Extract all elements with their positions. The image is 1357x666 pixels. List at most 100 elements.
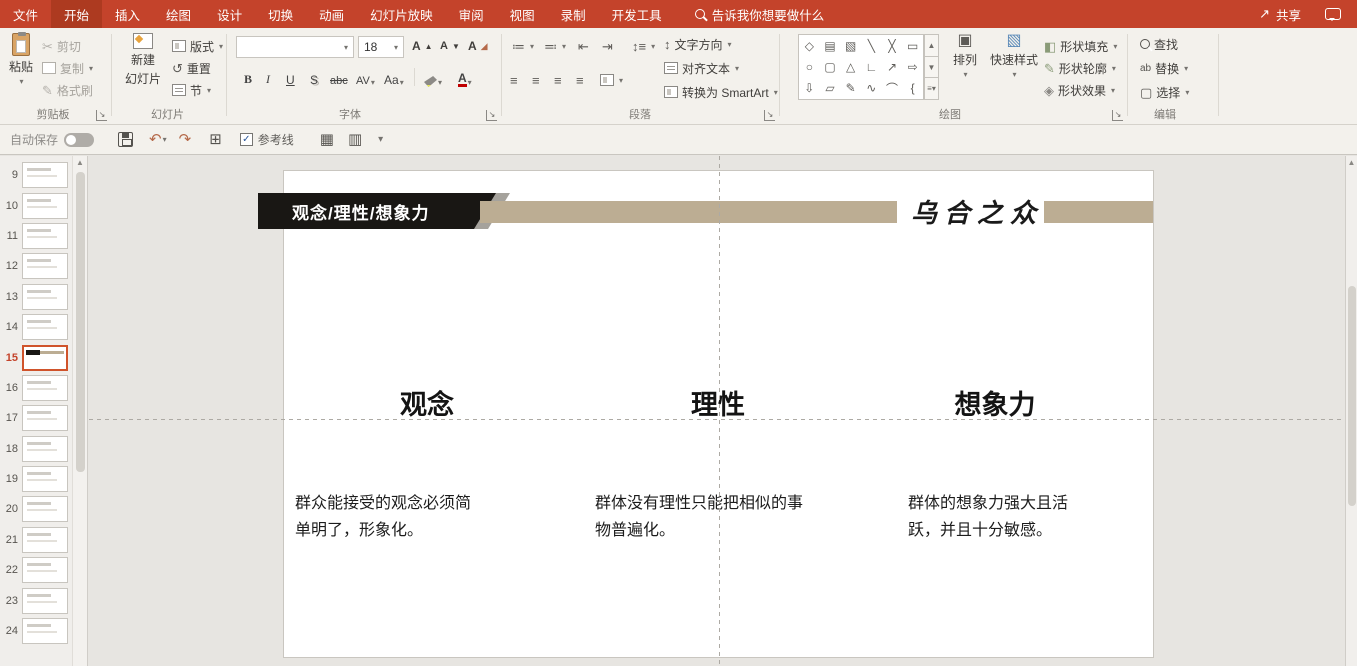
shape-icon-1[interactable]: ▤ bbox=[820, 35, 841, 56]
align-left-button[interactable]: ≡ bbox=[510, 70, 518, 90]
column-heading-3[interactable]: 想象力 bbox=[915, 383, 1075, 422]
thumbnail-scroll-up-icon[interactable]: ▲ bbox=[73, 158, 87, 167]
shape-icon-6[interactable]: ○ bbox=[799, 56, 820, 77]
bold-button[interactable]: B bbox=[244, 66, 252, 87]
find-button[interactable]: 查找 bbox=[1140, 34, 1178, 54]
slide-thumbnail[interactable] bbox=[22, 588, 68, 614]
quick-styles-button[interactable]: ▧ 快速样式 ▾ bbox=[988, 33, 1040, 79]
column-heading-2[interactable]: 理性 bbox=[638, 383, 798, 422]
grow-font-button[interactable]: A▲ bbox=[412, 36, 433, 56]
slide-thumbnail[interactable] bbox=[22, 314, 68, 340]
font-color-button[interactable]: A▾ bbox=[458, 66, 472, 87]
shapes-scroll-down-icon[interactable]: ▼ bbox=[924, 57, 939, 79]
ribbon-tab-录制[interactable]: 录制 bbox=[548, 0, 599, 28]
thumbnail-scrollbar-thumb[interactable] bbox=[76, 172, 85, 472]
slide-thumbnail-row[interactable]: 19 bbox=[0, 464, 72, 494]
vertical-guide[interactable] bbox=[719, 156, 720, 666]
shapes-scroll-up-icon[interactable]: ▲ bbox=[924, 34, 939, 57]
slide-thumbnail[interactable] bbox=[22, 466, 68, 492]
font-size-combobox[interactable]: 18 ▾ bbox=[358, 36, 404, 58]
decrease-indent-button[interactable]: ⇤ bbox=[578, 36, 589, 56]
slide-thumbnail[interactable] bbox=[22, 557, 68, 583]
font-name-combobox[interactable]: ▾ bbox=[236, 36, 354, 58]
align-right-button[interactable]: ≡ bbox=[554, 70, 562, 90]
undo-dropdown-icon[interactable]: ▾ bbox=[163, 135, 167, 144]
slide-thumbnail-row[interactable]: 23 bbox=[0, 585, 72, 615]
slide-thumbnail-row[interactable]: 20 bbox=[0, 494, 72, 524]
italic-button[interactable]: I bbox=[266, 66, 270, 87]
thumbnail-scrollbar[interactable]: ▲ bbox=[72, 156, 87, 666]
shape-icon-4[interactable]: ╳ bbox=[882, 35, 903, 56]
highlight-color-button[interactable]: ▾ bbox=[424, 66, 442, 87]
shape-icon-10[interactable]: ↗ bbox=[882, 56, 903, 77]
slide-thumbnail-row[interactable]: 24 bbox=[0, 616, 72, 646]
autosave-toggle[interactable] bbox=[64, 133, 94, 147]
shape-icon-11[interactable]: ⇨ bbox=[902, 56, 923, 77]
ribbon-tab-动画[interactable]: 动画 bbox=[306, 0, 357, 28]
font-size-dropdown-icon[interactable]: ▾ bbox=[394, 43, 398, 52]
shapes-more-icon[interactable]: ≡▾ bbox=[924, 78, 939, 100]
character-spacing-button[interactable]: AV▾ bbox=[356, 66, 375, 87]
shape-icon-2[interactable]: ▧ bbox=[840, 35, 861, 56]
shape-icon-14[interactable]: ✎ bbox=[840, 78, 861, 99]
slide-thumbnail-row[interactable]: 15 bbox=[0, 342, 72, 372]
slide-thumbnail[interactable] bbox=[22, 223, 68, 249]
shape-outline-button[interactable]: ✎ 形状轮廓▾ bbox=[1044, 58, 1116, 78]
shape-icon-0[interactable]: ◇ bbox=[799, 35, 820, 56]
ribbon-tab-绘图[interactable]: 绘图 bbox=[153, 0, 204, 28]
grid-settings-icon[interactable]: ⊞ bbox=[209, 132, 222, 147]
shape-icon-8[interactable]: △ bbox=[840, 56, 861, 77]
align-text-button[interactable]: 对齐文本▾ bbox=[664, 58, 739, 78]
tan-bar-right[interactable] bbox=[1044, 201, 1153, 223]
horizontal-guide[interactable] bbox=[89, 419, 1345, 420]
copy-button[interactable]: 复制 ▾ bbox=[42, 58, 93, 78]
slide-thumbnail[interactable] bbox=[22, 345, 68, 371]
shape-icon-3[interactable]: ╲ bbox=[861, 35, 882, 56]
bullets-button[interactable]: ≔▾ bbox=[512, 36, 534, 56]
column-body-3[interactable]: 群体的想象力强大且活跃，并且十分敏感。 bbox=[908, 490, 1072, 544]
ribbon-tab-审阅[interactable]: 审阅 bbox=[446, 0, 497, 28]
section-button[interactable]: 节 ▾ bbox=[172, 80, 211, 100]
shape-icon-7[interactable]: ▢ bbox=[820, 56, 841, 77]
paste-button[interactable]: 粘贴 ▾ bbox=[2, 33, 40, 86]
line-spacing-button[interactable]: ↕≡▾ bbox=[632, 36, 655, 56]
cut-button[interactable]: ✂ 剪切 bbox=[42, 36, 81, 56]
slide-thumbnail-row[interactable]: 13 bbox=[0, 282, 72, 312]
main-scrollbar-thumb[interactable] bbox=[1348, 286, 1356, 506]
underline-button[interactable]: U bbox=[286, 66, 295, 87]
qat-more-icon[interactable]: ▾ bbox=[378, 134, 383, 145]
reset-button[interactable]: ↺ 重置 bbox=[172, 58, 211, 78]
new-slide-button[interactable]: 新建 幻灯片 bbox=[120, 33, 166, 87]
guides-checkbox[interactable]: ✓ bbox=[240, 133, 253, 146]
select-button[interactable]: ▢ 选择▾ bbox=[1140, 82, 1189, 102]
convert-smartart-button[interactable]: 转换为 SmartArt▾ bbox=[664, 82, 778, 102]
slide-thumbnail[interactable] bbox=[22, 375, 68, 401]
ribbon-tab-切换[interactable]: 切换 bbox=[255, 0, 306, 28]
slide-thumbnail[interactable] bbox=[22, 405, 68, 431]
slide-thumbnail-row[interactable]: 10 bbox=[0, 190, 72, 220]
ribbon-tab-幻灯片放映[interactable]: 幻灯片放映 bbox=[357, 0, 446, 28]
shape-effects-button[interactable]: ◈ 形状效果▾ bbox=[1044, 80, 1115, 100]
ribbon-tab-插入[interactable]: 插入 bbox=[102, 0, 153, 28]
columns-button[interactable]: ▾ bbox=[600, 70, 623, 90]
slide-thumbnail[interactable] bbox=[22, 496, 68, 522]
replace-button[interactable]: ab 替换▾ bbox=[1140, 58, 1188, 78]
shape-icon-16[interactable]: ⌒ bbox=[882, 78, 903, 99]
clear-formatting-button[interactable]: A◢ bbox=[468, 36, 488, 56]
slide-thumbnail[interactable] bbox=[22, 284, 68, 310]
layout-tool-icon[interactable]: ▦ bbox=[320, 132, 334, 147]
shape-icon-5[interactable]: ▭ bbox=[902, 35, 923, 56]
slide-thumbnail-row[interactable]: 21 bbox=[0, 525, 72, 555]
comments-icon[interactable] bbox=[1325, 8, 1341, 20]
slide-thumbnail-row[interactable]: 9 bbox=[0, 160, 72, 190]
text-shadow-button[interactable]: S bbox=[310, 66, 318, 87]
slide-thumbnail[interactable] bbox=[22, 253, 68, 279]
ribbon-tab-开始[interactable]: 开始 bbox=[51, 0, 102, 28]
strikethrough-button[interactable]: abc bbox=[330, 66, 348, 87]
arrange-button[interactable]: ▣ 排列 ▾ bbox=[944, 33, 986, 79]
drawing-dialog-launcher[interactable]: ↘ bbox=[1112, 110, 1123, 121]
paragraph-dialog-launcher[interactable]: ↘ bbox=[764, 110, 775, 121]
book-title[interactable]: 乌合之众 bbox=[902, 193, 1052, 230]
slide-thumbnail-row[interactable]: 11 bbox=[0, 221, 72, 251]
ribbon-tab-设计[interactable]: 设计 bbox=[204, 0, 255, 28]
